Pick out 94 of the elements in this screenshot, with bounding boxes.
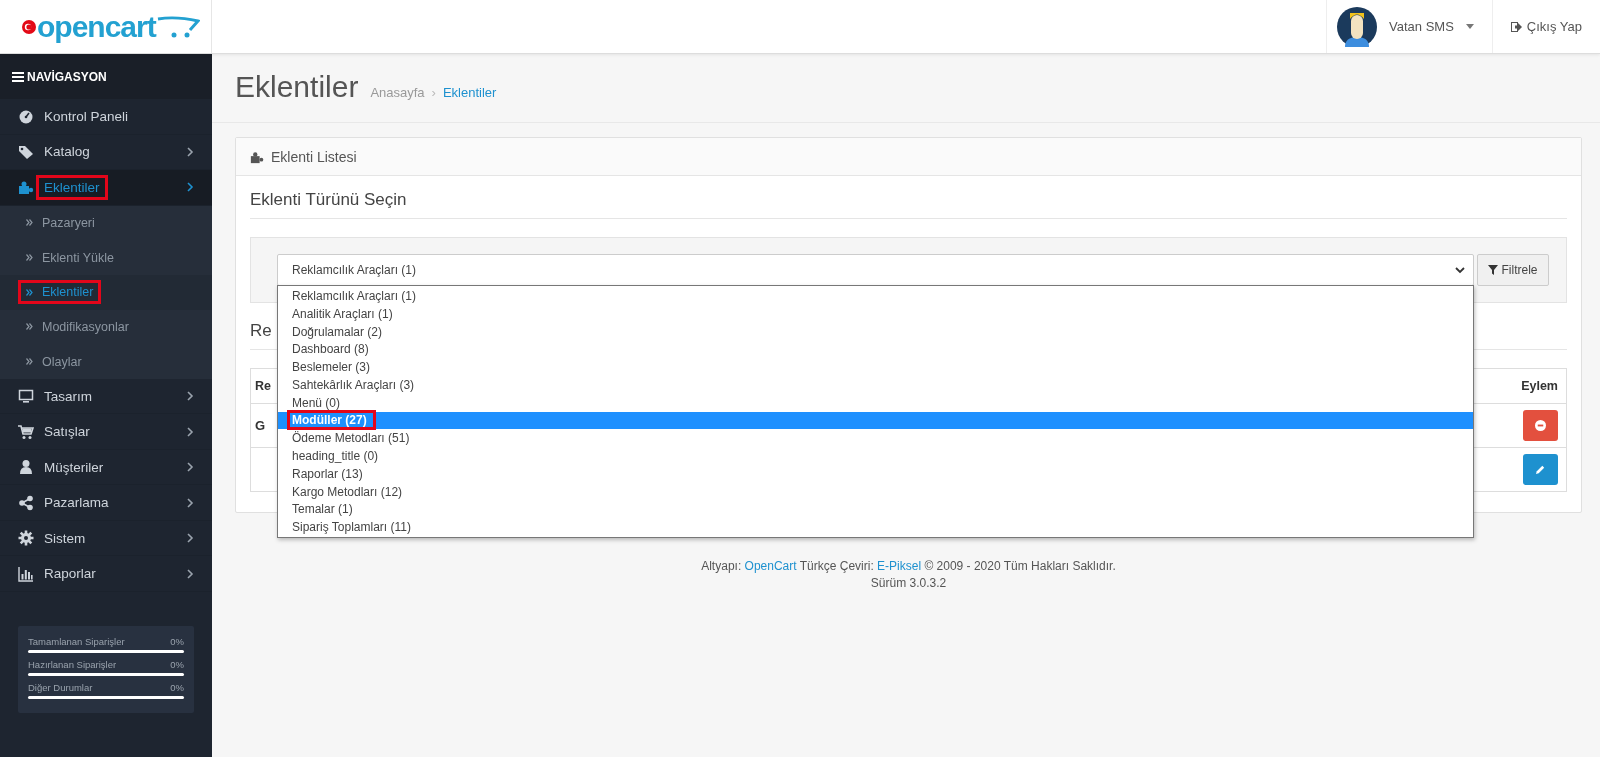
- breadcrumb-separator: ›: [431, 85, 436, 100]
- caret-icon: [1465, 24, 1474, 29]
- logout-button[interactable]: Çıkış Yap: [1492, 0, 1600, 53]
- dropdown-option[interactable]: Ödeme Metodları (51): [278, 429, 1473, 448]
- stat-label: Hazırlanan Siparişler: [28, 658, 117, 670]
- minus-circle-icon: [1535, 420, 1546, 431]
- chevron-icon: [187, 533, 194, 544]
- stat-reading: 0%: [170, 635, 184, 647]
- chevron-icon: [187, 391, 194, 402]
- nav-label: Sistem: [43, 529, 87, 548]
- chevron-icon: [187, 426, 194, 437]
- stat-label: Diğer Durumlar: [28, 681, 93, 693]
- user-icon: [18, 459, 34, 476]
- nav-item[interactable]: Kontrol Paneli: [0, 99, 212, 135]
- filter-icon: [1488, 265, 1499, 275]
- tag-icon: [18, 143, 34, 160]
- stat-reading: 0%: [170, 658, 184, 670]
- submenu-label: Olaylar: [42, 354, 82, 369]
- nav-item[interactable]: Raporlar: [0, 556, 212, 592]
- puzzle-icon: [250, 149, 264, 164]
- navigation-heading: NAVİGASYON: [27, 69, 107, 84]
- share-icon: [18, 494, 34, 511]
- chevron-down-icon: [1455, 266, 1465, 274]
- remove-button[interactable]: [1523, 410, 1558, 441]
- gear-icon: [18, 530, 34, 547]
- chevron-icon: [187, 462, 194, 473]
- double-chevron-icon: [26, 219, 33, 227]
- dropdown-option[interactable]: Menü (0): [278, 393, 1473, 412]
- submenu-item[interactable]: Modifikasyonlar: [0, 309, 212, 345]
- stat-label: Tamamlanan Siparişler: [28, 635, 125, 647]
- nav-label: Satışlar: [43, 423, 91, 442]
- nav-label: Pazarlama: [43, 494, 110, 513]
- dropdown-option[interactable]: Sipariş Toplamları (11): [278, 518, 1473, 537]
- pencil-icon: [1535, 464, 1546, 475]
- footer-text: Sürüm 3.0.3.2: [869, 576, 948, 590]
- menu-icon: [12, 71, 24, 82]
- chevron-icon: [187, 182, 194, 193]
- nav-label: Müşteriler: [43, 458, 105, 477]
- dropdown-option[interactable]: Doğrulamalar (2): [278, 322, 1473, 341]
- dropdown-option[interactable]: Raporlar (13): [278, 464, 1473, 483]
- nav-item[interactable]: Satışlar: [0, 414, 212, 450]
- nav-item[interactable]: Müşteriler: [0, 449, 212, 486]
- cart-icon: [18, 423, 34, 440]
- dropdown-option[interactable]: Temalar (1): [278, 500, 1473, 519]
- nav-label: Kontrol Paneli: [43, 107, 130, 126]
- nav-label: Tasarım: [43, 387, 93, 406]
- cart-logo-icon: [155, 15, 200, 38]
- dashboard-icon: [18, 108, 34, 125]
- nav-item[interactable]: Pazarlama: [0, 485, 212, 521]
- submenu-label: Eklentiler: [42, 285, 94, 300]
- nav-label: Raporlar: [43, 565, 97, 584]
- footer-text: Altyapı: OpenCart Türkçe Çeviri: E-Piksel © 2009 - 2020 Tüm Hakları Saklıdır.: [700, 559, 1117, 573]
- table-cell: G: [255, 418, 266, 433]
- nav-item[interactable]: Tasarım: [0, 378, 212, 415]
- submenu-item[interactable]: Eklentiler: [0, 274, 212, 310]
- bar-chart-icon: [18, 565, 34, 582]
- panel-title: Eklenti Listesi: [271, 148, 357, 165]
- flag-icon: [22, 19, 36, 34]
- submenu-label: Eklenti Yükle: [42, 250, 115, 265]
- dropdown-option[interactable]: Analitik Araçları (1): [278, 304, 1473, 323]
- chevron-icon: [187, 497, 194, 508]
- chevron-icon: [187, 146, 194, 157]
- nav-label: Eklentiler: [36, 174, 108, 200]
- column-header: Eylem: [1513, 368, 1567, 404]
- edit-button[interactable]: [1523, 454, 1558, 485]
- submenu-item[interactable]: Eklenti Yükle: [0, 240, 212, 275]
- dropdown-option[interactable]: Sahtekârlık Araçları (3): [278, 376, 1473, 394]
- dropdown-option[interactable]: Beslemeler (3): [278, 358, 1473, 376]
- page-title: Eklentiler: [235, 70, 359, 104]
- submenu-label: Pazaryeri: [42, 215, 95, 230]
- double-chevron-icon: [26, 254, 33, 262]
- nav-item[interactable]: Eklentiler: [0, 170, 212, 206]
- dropdown-option[interactable]: heading_title (0): [278, 447, 1473, 465]
- submenu-item[interactable]: Pazaryeri: [0, 205, 212, 241]
- double-chevron-icon: [26, 323, 33, 331]
- dropdown-option[interactable]: Kargo Metodları (12): [278, 482, 1473, 501]
- monitor-icon: [18, 388, 34, 405]
- avatar-icon: [1337, 6, 1378, 47]
- section-title: Eklenti Türünü Seçin: [250, 190, 1567, 219]
- chevron-icon: [187, 568, 194, 579]
- submenu-item[interactable]: Olaylar: [0, 344, 212, 379]
- dropdown-option[interactable]: Reklamcılık Araçları (1): [278, 287, 1473, 305]
- type-select[interactable]: Reklamcılık Araçları (1): [277, 254, 1474, 286]
- user-menu[interactable]: Vatan SMS: [1326, 0, 1493, 53]
- puzzle-icon: [18, 179, 34, 196]
- submenu-label: Modifikasyonlar: [42, 319, 129, 334]
- filter-button[interactable]: Filtrele: [1477, 254, 1549, 286]
- nav-item[interactable]: Sistem: [0, 520, 212, 557]
- dropdown-option[interactable]: Dashboard (8): [278, 340, 1473, 359]
- logout-icon: [1510, 21, 1522, 32]
- stat-reading: 0%: [170, 681, 184, 693]
- nav-label: Katalog: [43, 143, 91, 162]
- double-chevron-icon: [26, 358, 33, 366]
- double-chevron-icon: [26, 288, 33, 296]
